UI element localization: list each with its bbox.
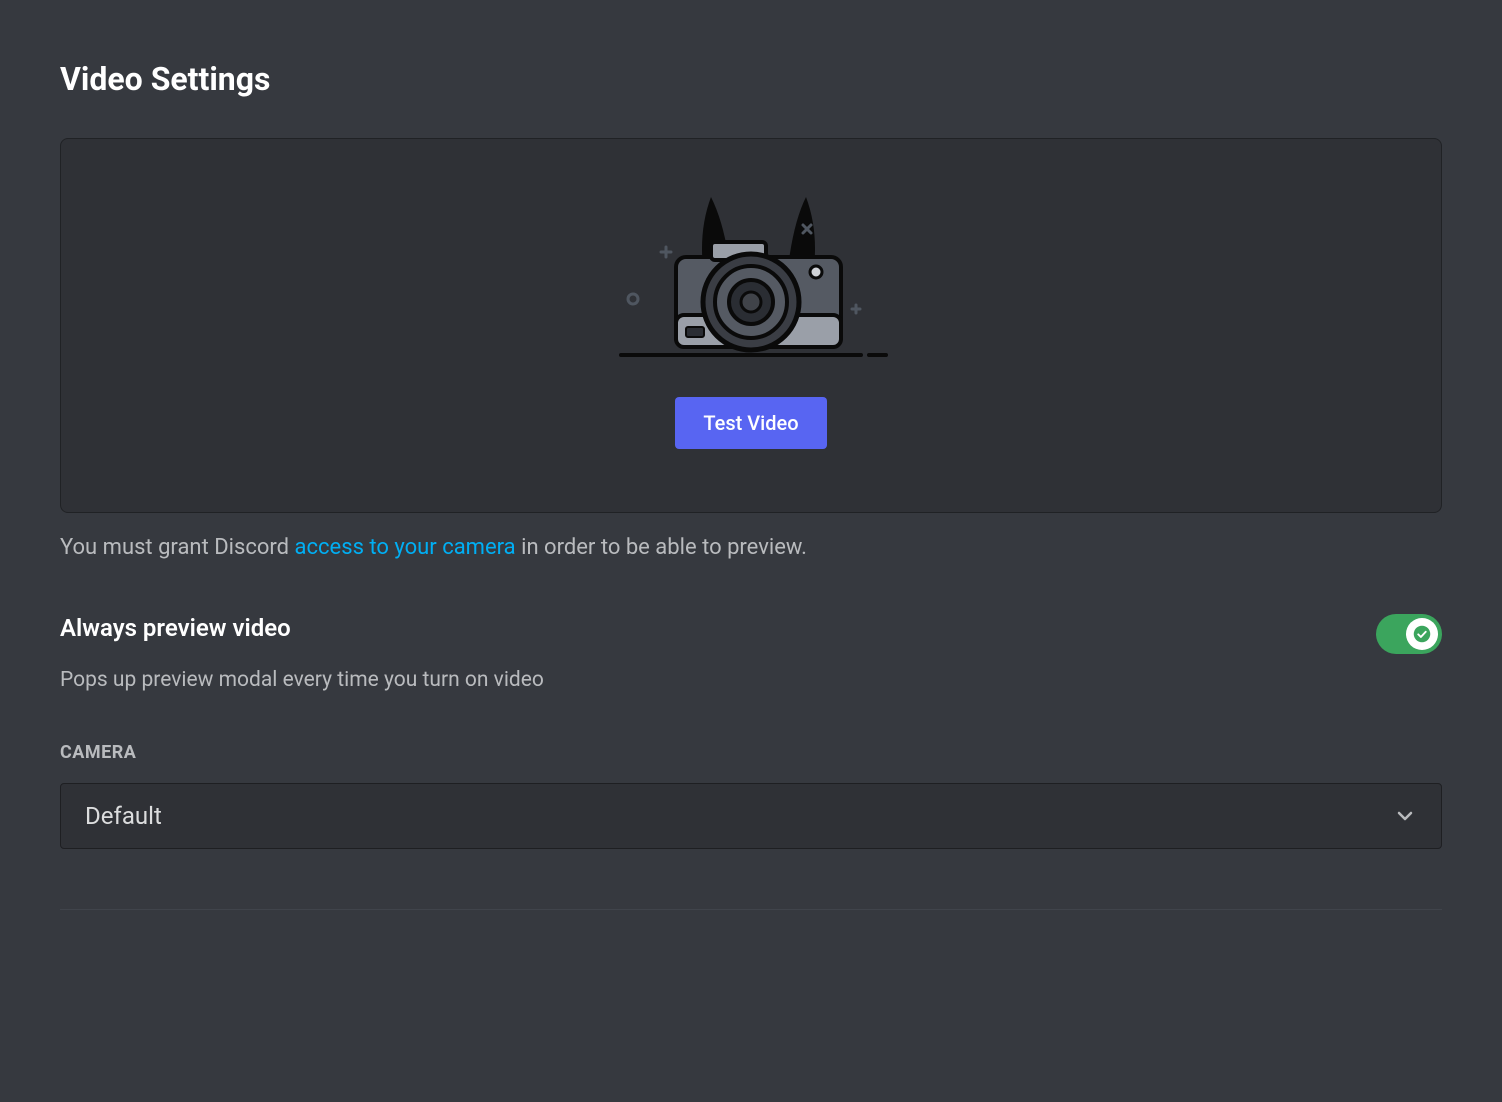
- always-preview-toggle[interactable]: [1376, 614, 1442, 654]
- always-preview-label: Always preview video: [60, 614, 291, 642]
- check-icon: [1413, 625, 1431, 643]
- chevron-down-icon: [1393, 804, 1417, 828]
- camera-select[interactable]: Default: [60, 783, 1442, 849]
- permission-prefix: You must grant Discord: [60, 535, 295, 560]
- test-video-button[interactable]: Test Video: [675, 397, 826, 449]
- page-title: Video Settings: [60, 60, 1442, 98]
- camera-section-label: CAMERA: [60, 742, 1442, 763]
- camera-access-link[interactable]: access to your camera: [295, 535, 516, 560]
- camera-illustration: [611, 187, 891, 367]
- camera-permission-text: You must grant Discord access to your ca…: [60, 533, 1442, 564]
- always-preview-description: Pops up preview modal every time you tur…: [60, 668, 1442, 692]
- section-divider: [60, 909, 1442, 910]
- toggle-thumb: [1406, 618, 1438, 650]
- always-preview-row: Always preview video: [60, 614, 1442, 654]
- camera-select-value: Default: [85, 802, 162, 830]
- permission-suffix: in order to be able to preview.: [516, 535, 807, 560]
- video-preview-panel: Test Video: [60, 138, 1442, 513]
